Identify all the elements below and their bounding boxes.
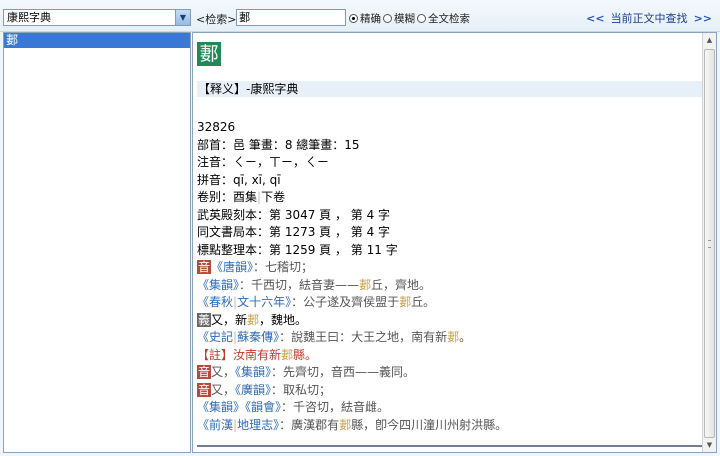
sound-tag: 音 — [197, 365, 212, 379]
list-item[interactable]: 郪 — [4, 33, 190, 48]
radio-fuzzy-label: 模糊 — [394, 13, 415, 25]
highlight-char: 郪 — [339, 417, 352, 432]
source-ref[interactable]: 《前漢 — [197, 418, 233, 432]
highlight-char: 郪 — [281, 347, 294, 362]
source-ref[interactable]: 《唐韻》 — [211, 260, 253, 274]
volume-a: 卷别：酉集 — [197, 190, 258, 204]
dictionary-select-value: 康熙字典 — [7, 11, 51, 24]
def-line: 《集韻》：千西切，紶音妻——郪丘，齊地。 — [197, 277, 432, 292]
radio-fuzzy[interactable]: 模糊 — [383, 11, 415, 26]
radio-dot-icon — [383, 14, 392, 23]
find-in-text-label[interactable]: 当前正文中查找 — [611, 10, 688, 26]
volume-b: 下卷 — [261, 190, 286, 204]
sound-tag: 音 — [197, 260, 212, 274]
meaning-tag: 義 — [197, 312, 212, 327]
volume-info: 卷别：酉集|下卷 — [197, 190, 286, 204]
source-ref[interactable]: 《集韻》 — [197, 278, 239, 292]
def-line: 音又，《廣韻》：取私切； — [197, 382, 332, 397]
radio-exact-label: 精确 — [360, 13, 381, 25]
radio-exact[interactable]: 精确 — [349, 11, 381, 26]
head-character: 郪 — [197, 42, 221, 66]
source-ref[interactable]: 《集韻》 — [235, 365, 271, 379]
find-in-text-nav: << 当前正文中查找 >> — [586, 10, 712, 26]
def-line: 義又，新郪，魏地。 — [197, 312, 308, 327]
def-line: 音《唐韻》：七稽切； — [197, 260, 314, 274]
find-prev-button[interactable]: << — [586, 12, 604, 25]
radical-info: 部首：邑 筆畫：8 總筆畫：15 — [197, 137, 360, 152]
scroll-down-icon[interactable]: ▼ — [703, 438, 716, 452]
find-next-button[interactable]: >> — [694, 12, 712, 25]
highlight-char: 郪 — [447, 330, 460, 344]
dictionary-select[interactable]: 康熙字典 ▼ — [3, 9, 191, 26]
biaodian-page: 標點整理本：第 1259 頁 ， 第 11 字 — [197, 242, 398, 257]
wuying-page: 武英殿刻本：第 3047 頁 ， 第 4 字 — [197, 207, 391, 222]
source-ref[interactable]: 文十六年》 — [237, 295, 291, 309]
vertical-scrollbar[interactable]: ▲ ▼ — [702, 33, 716, 452]
search-input[interactable]: 郪 — [236, 9, 346, 26]
highlight-char: 郪 — [399, 295, 412, 309]
def-line: 音又，《集韻》：先齊切，音西——義同。 — [197, 365, 416, 379]
def-line: 《史記|蘇秦傳》：說魏王曰：大王之地，南有新郪。 — [197, 330, 472, 344]
definition-text: 32826 部首：邑 筆畫：8 總筆畫：15 注音：ㄑㄧ，ㄒㄧ，ㄑㄧ 拼音：qī… — [197, 119, 702, 434]
chevron-down-icon[interactable]: ▼ — [175, 10, 190, 25]
source-ref[interactable]: 《集韻》 — [197, 400, 245, 414]
char-code: 32826 — [197, 120, 236, 134]
source-ref[interactable]: 蘇秦傳》 — [237, 330, 279, 344]
source-ref[interactable]: 《春秋 — [197, 295, 233, 309]
sound-tag: 音 — [197, 382, 212, 397]
radio-fulltext[interactable]: 全文检索 — [417, 11, 470, 26]
highlight-char: 郪 — [247, 312, 260, 327]
def-line: 《前漢|地理志》：廣漢郡有郪縣，卽今四川潼川州射洪縣。 — [197, 417, 508, 432]
source-ref[interactable]: 《韻會》 — [245, 400, 281, 414]
search-label: <检索> — [196, 13, 237, 26]
radio-dot-icon — [417, 14, 426, 23]
radio-fulltext-label: 全文检索 — [428, 13, 470, 25]
source-ref[interactable]: 《廣韻》 — [235, 383, 271, 397]
def-line: 【註】汝南有新郪縣。 — [197, 347, 318, 362]
radio-dot-icon — [349, 14, 358, 23]
source-ref[interactable]: 地理志》 — [237, 418, 279, 432]
divider — [197, 445, 702, 447]
zhuyin-info: 注音：ㄑㄧ，ㄒㄧ，ㄑㄧ — [197, 155, 330, 169]
pinyin-info: 拼音：qī, xī, qī — [197, 172, 281, 187]
result-list: 郪 — [3, 32, 191, 453]
scroll-thumb[interactable] — [704, 49, 715, 438]
highlight-char: 郪 — [359, 277, 372, 292]
section-title: 【释义】-康熙字典 — [197, 81, 702, 97]
source-ref[interactable]: 《史記 — [197, 330, 233, 344]
def-line: 《春秋|文十六年》：公子遂及齊侯盟于郪丘。 — [197, 295, 436, 309]
toolbar: 康熙字典 ▼ <检索> 郪 精确 模糊 全文检索 << 当前正文中查找 >> — [0, 0, 720, 32]
scroll-up-icon[interactable]: ▲ — [703, 33, 716, 47]
tongwen-page: 同文書局本：第 1273 頁 ， 第 4 字 — [197, 225, 391, 239]
content-pane: 郪 【释义】-康熙字典 32826 部首：邑 筆畫：8 總筆畫：15 注音：ㄑㄧ… — [192, 32, 717, 453]
def-line: 《集韻》《韻會》：千咨切，紶音雌。 — [197, 400, 390, 414]
